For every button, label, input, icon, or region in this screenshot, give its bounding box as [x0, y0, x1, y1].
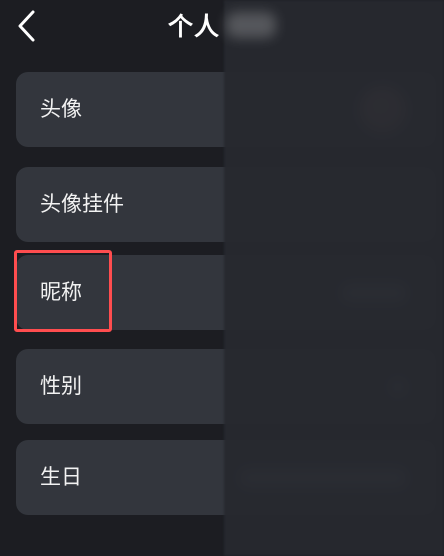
nickname-value [340, 255, 408, 330]
nickname-value-placeholder [340, 281, 408, 304]
gender-row[interactable]: 性别 [16, 349, 436, 424]
profile-settings-screen: 个人 头像 头像挂件 昵称 性别 生日 [0, 0, 444, 556]
settings-list: 头像 头像挂件 昵称 性别 生日 [0, 0, 444, 556]
birthday-value-placeholder [238, 466, 408, 489]
gender-value [388, 349, 408, 424]
avatar-frame-row[interactable]: 头像挂件 [16, 167, 436, 242]
nickname-row[interactable]: 昵称 [16, 255, 436, 330]
avatar-label: 头像 [40, 97, 82, 121]
birthday-label: 生日 [40, 465, 82, 489]
avatar-frame-label: 头像挂件 [40, 192, 124, 216]
gender-value-placeholder [388, 376, 408, 397]
avatar [358, 84, 408, 135]
gender-label: 性别 [40, 374, 82, 398]
blurred-title-fragment [226, 12, 276, 38]
avatar-value [358, 72, 408, 147]
birthday-value [238, 440, 408, 515]
birthday-row[interactable]: 生日 [16, 440, 436, 515]
avatar-row[interactable]: 头像 [16, 72, 436, 147]
nickname-label: 昵称 [40, 280, 82, 304]
